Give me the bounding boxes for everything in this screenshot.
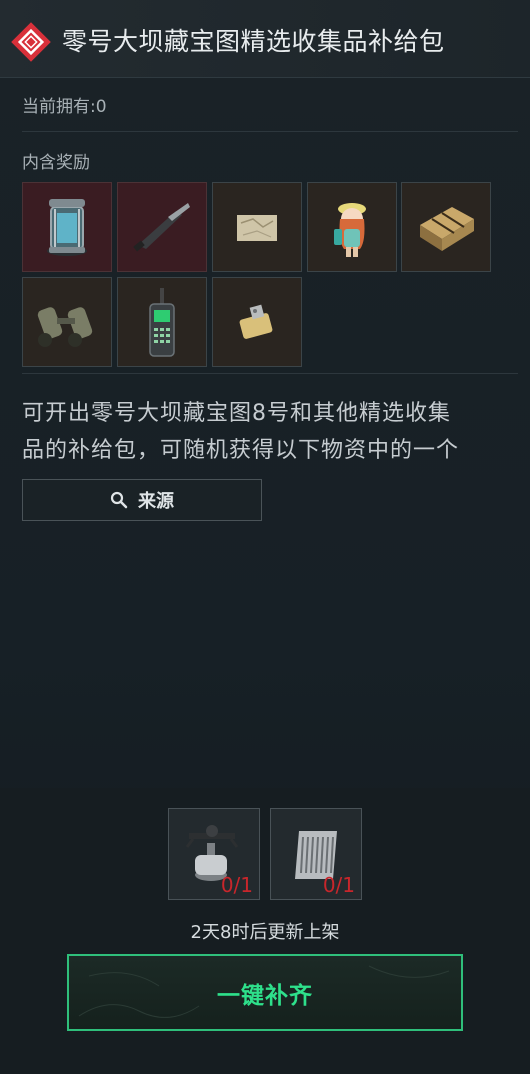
radio-icon <box>149 288 175 357</box>
binoculars-item[interactable] <box>22 277 112 367</box>
header-bar: 零号大坝藏宝图精选收集品补给包 <box>0 0 530 78</box>
red-diamond-icon <box>11 22 51 62</box>
description-line: 可开出零号大坝藏宝图8号和其他精选收集 <box>22 401 451 426</box>
description-line: 品的补给包，可随机获得以下物资中的一个 <box>22 438 460 463</box>
pack-description: 可开出零号大坝藏宝图8号和其他精选收集 品的补给包，可随机获得以下物资中的一个 <box>22 395 512 469</box>
doll-figure-icon <box>334 203 366 257</box>
fill-all-label: 一键补齐 <box>217 982 313 1009</box>
crate-item[interactable] <box>401 182 491 272</box>
source-button-label: 来源 <box>138 491 174 512</box>
map-icon <box>237 215 277 241</box>
lantern-icon <box>47 199 87 256</box>
divider <box>22 373 518 374</box>
fill-all-button[interactable]: 一键补齐 <box>67 954 463 1031</box>
lighter-item[interactable] <box>212 277 302 367</box>
divider <box>22 131 518 132</box>
crate-icon <box>420 207 474 251</box>
radio-item[interactable] <box>117 277 207 367</box>
binoculars-icon <box>37 307 93 347</box>
filter-box-item[interactable]: 0/1 <box>270 808 362 900</box>
lantern-item[interactable] <box>22 182 112 272</box>
doll-figure-item[interactable] <box>307 182 397 272</box>
lighter-icon <box>239 304 273 339</box>
knife-item[interactable] <box>117 182 207 272</box>
knife-icon <box>133 203 190 252</box>
supply-pack-panel: 零号大坝藏宝图精选收集品补给包 当前拥有:0 内含奖励 可开出零号大坝藏宝图8号… <box>0 0 530 1074</box>
page-title: 零号大坝藏宝图精选收集品补给包 <box>62 27 445 56</box>
search-icon <box>110 491 128 509</box>
cost-count: 0/1 <box>220 873 253 897</box>
rewards-label: 内含奖励 <box>22 153 90 173</box>
source-button[interactable]: 来源 <box>22 479 262 521</box>
cost-count: 0/1 <box>322 873 355 897</box>
restock-timer: 2天8时后更新上架 <box>190 922 340 943</box>
map-item[interactable] <box>212 182 302 272</box>
owned-count: 当前拥有:0 <box>22 97 107 117</box>
gas-stove-item[interactable]: 0/1 <box>168 808 260 900</box>
